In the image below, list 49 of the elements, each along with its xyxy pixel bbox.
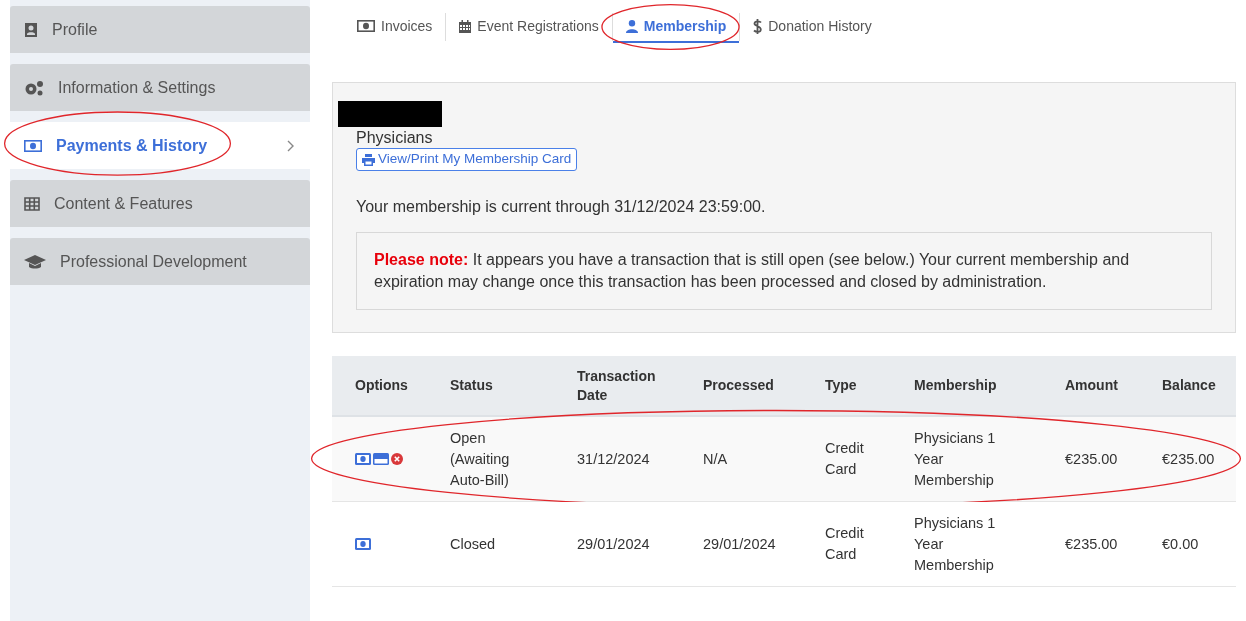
table-cell-text: Open (Awaiting Auto-Bill) bbox=[450, 428, 511, 490]
banknote-icon[interactable] bbox=[355, 538, 371, 550]
chevron-right-icon bbox=[287, 139, 294, 152]
table-icon bbox=[24, 196, 40, 211]
table-cell-text: Closed bbox=[450, 534, 497, 554]
sidebar-item[interactable]: Professional Development bbox=[10, 238, 310, 285]
column-header: Status bbox=[450, 376, 494, 395]
sidebar-item[interactable]: Content & Features bbox=[10, 180, 310, 227]
column-header: Processed bbox=[703, 376, 775, 395]
printer-icon bbox=[362, 153, 375, 166]
column-header: Options bbox=[355, 376, 409, 395]
table-cell-text: Credit Card bbox=[825, 439, 865, 479]
table-cell-text: €0.00 bbox=[1162, 534, 1200, 554]
sidebar-item[interactable]: Profile bbox=[10, 6, 310, 53]
column-header: Membership bbox=[914, 376, 998, 395]
cancel-icon[interactable] bbox=[391, 453, 403, 465]
dollar-icon bbox=[753, 18, 763, 34]
tab[interactable]: Invoices bbox=[344, 11, 446, 43]
sidebar-item[interactable]: Payments & History bbox=[10, 122, 310, 169]
graduation-cap-icon bbox=[24, 254, 46, 269]
banknote-icon[interactable] bbox=[355, 453, 371, 465]
column-header: Type bbox=[825, 376, 858, 395]
banknote-icon bbox=[24, 139, 42, 152]
tab[interactable]: Event Registrations bbox=[446, 11, 612, 43]
table-cell-text: €235.00 bbox=[1162, 449, 1216, 469]
table-cell-text: Physicians 1 Year Membership bbox=[914, 513, 997, 575]
tab[interactable]: Donation History bbox=[740, 11, 885, 43]
column-header: Balance bbox=[1162, 376, 1217, 395]
notice-text: Please note: It appears you have a transaction that is still open (see below.) Your current membership and expiration may change once this transaction has been processed and closed by administration. bbox=[374, 250, 1131, 292]
table-cell-text: €235.00 bbox=[1065, 449, 1119, 469]
calendar-icon bbox=[459, 19, 472, 33]
print-card-button[interactable]: View/Print My Membership Card bbox=[356, 148, 578, 171]
column-header: Transaction Date bbox=[577, 366, 657, 405]
table-cell-text: 31/12/2024 bbox=[577, 449, 651, 469]
membership-status-text: Your membership is current through 31/12/2024 23:59:00. bbox=[356, 197, 766, 217]
membership-category: Physicians bbox=[356, 128, 433, 148]
table-cell-text: Credit Card bbox=[825, 524, 865, 564]
banknote-icon bbox=[357, 20, 375, 32]
id-badge-icon bbox=[24, 21, 38, 38]
column-header: Amount bbox=[1065, 376, 1119, 395]
sidebar-item[interactable]: Information & Settings bbox=[10, 64, 310, 111]
gears-icon bbox=[24, 79, 44, 96]
table-cell-text: N/A bbox=[703, 449, 729, 469]
table-cell-text: 29/01/2024 bbox=[703, 534, 777, 554]
user-icon bbox=[625, 19, 638, 33]
credit-card-icon[interactable] bbox=[373, 453, 389, 465]
table-cell-text: Physicians 1 Year Membership bbox=[914, 428, 997, 490]
table-cell-text: 29/01/2024 bbox=[577, 534, 651, 554]
table-cell-text: €235.00 bbox=[1065, 534, 1119, 554]
